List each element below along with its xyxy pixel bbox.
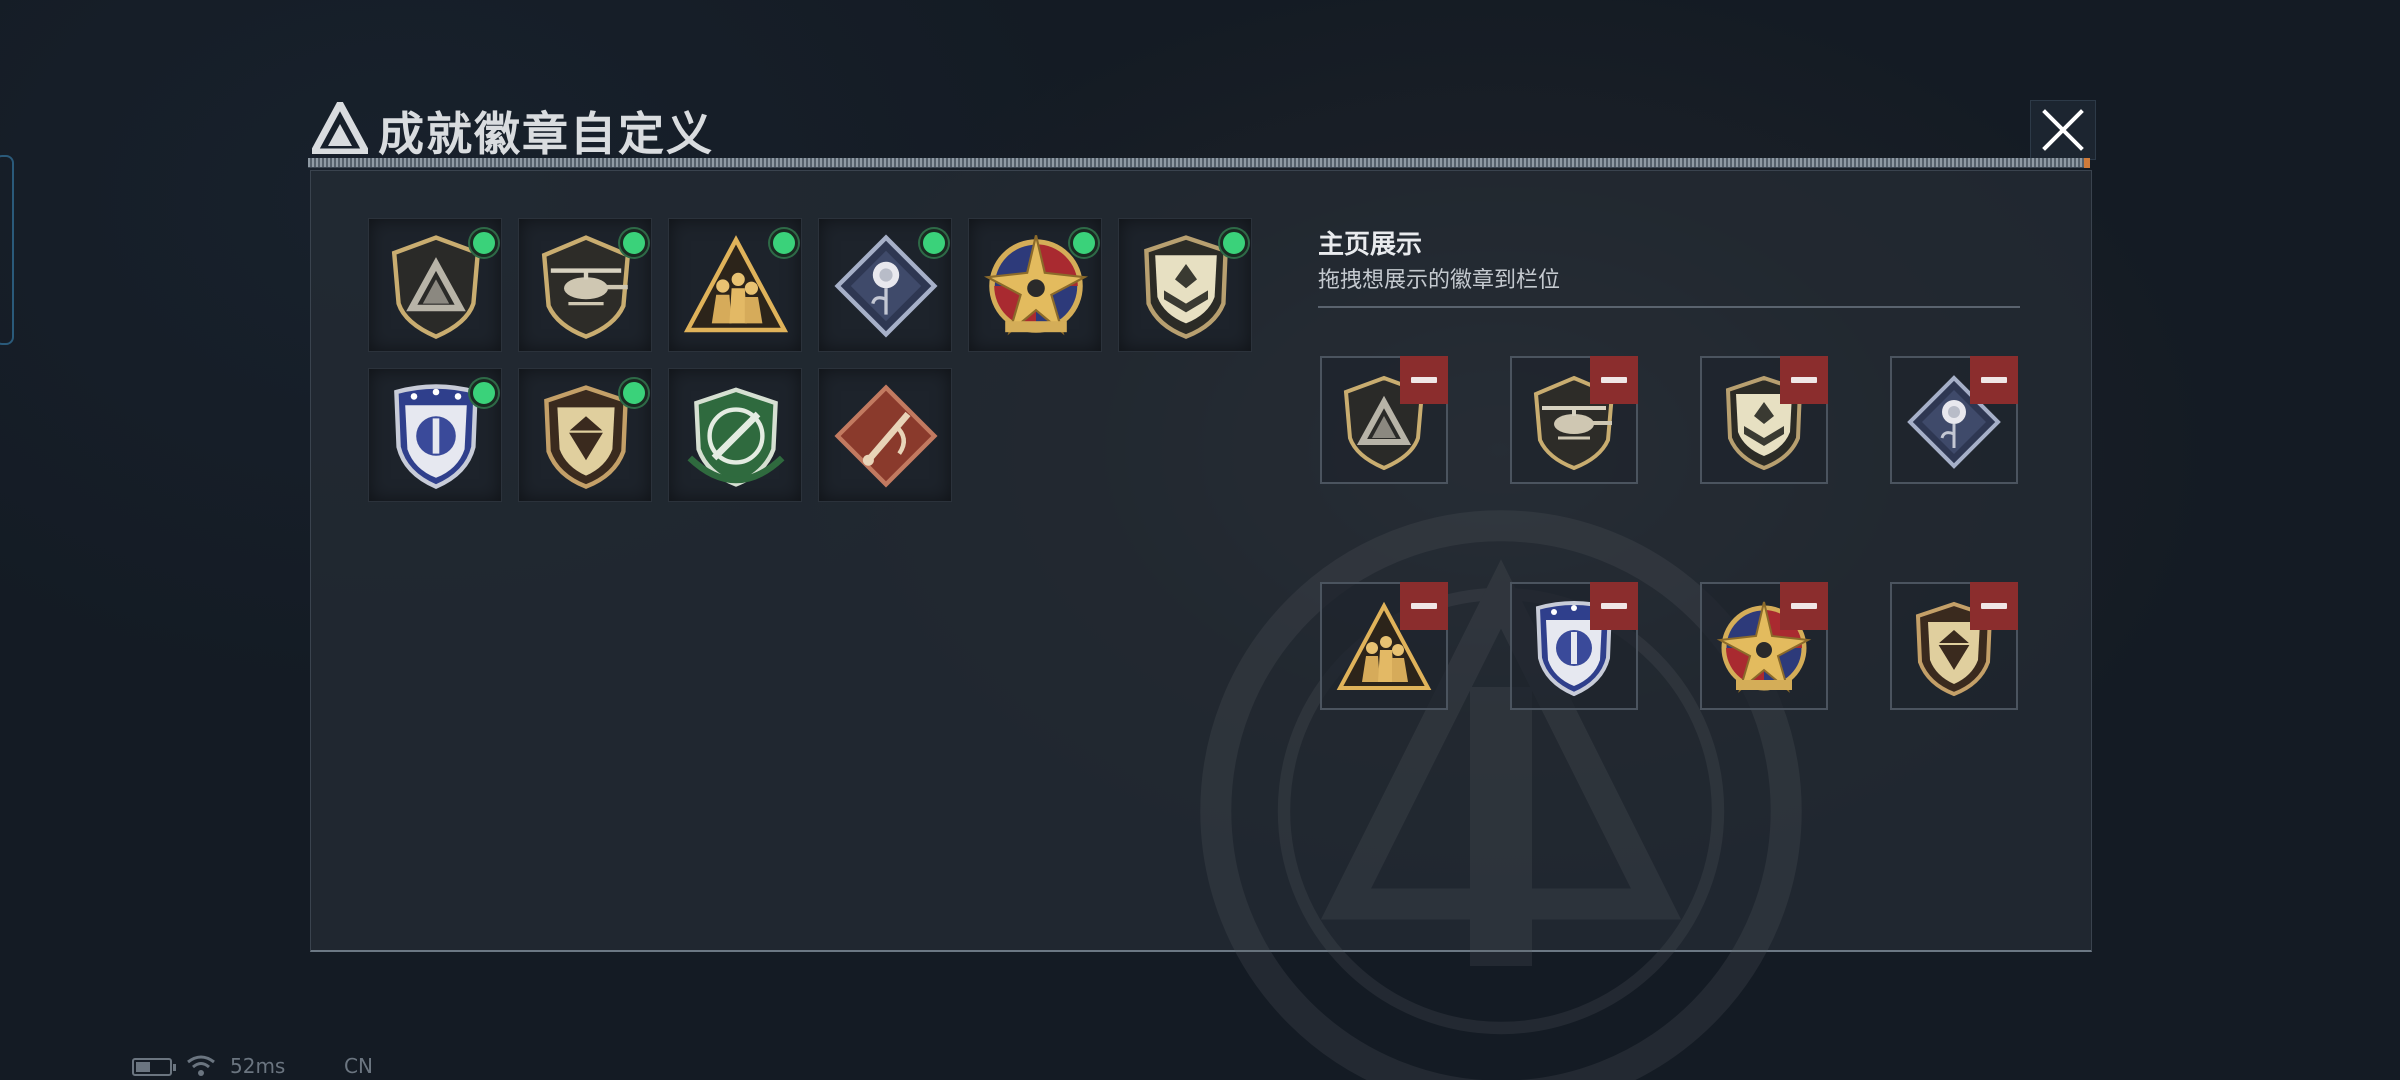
remove-badge-button[interactable] [1970,582,2018,630]
inventory-badge-star[interactable] [968,218,1102,352]
header-stripe-accent [2084,158,2090,168]
inventory-badge-helicopter[interactable] [518,218,652,352]
equipped-indicator [620,229,648,257]
equipped-indicator [770,229,798,257]
inventory-badge-police[interactable] [368,368,502,502]
showcase-slot-4[interactable] [1890,356,2018,484]
showcase-subtitle: 拖拽想展示的徽章到栏位 [1318,268,1561,293]
remove-badge-button[interactable] [1970,356,2018,404]
showcase-slot-8[interactable] [1890,582,2018,710]
inventory-badge-sword[interactable] [818,368,952,502]
inventory-badge-soldiers[interactable] [668,218,802,352]
inventory-badge-rose[interactable] [818,218,952,352]
remove-badge-button[interactable] [1400,356,1448,404]
minus-icon [1791,603,1817,609]
battery-icon [132,1058,176,1076]
showcase-slot-5[interactable] [1320,582,1448,710]
inventory-badge-chevron[interactable] [1118,218,1252,352]
minus-icon [1981,603,2007,609]
showcase-divider [1318,306,2020,308]
triangle-logo-icon [312,102,368,154]
showcase-slot-6[interactable] [1510,582,1638,710]
close-icon [2042,109,2084,151]
showcase-slot-3[interactable] [1700,356,1828,484]
green-knife-shield-badge-icon [681,381,791,491]
minus-icon [1411,377,1437,383]
minus-icon [1411,603,1437,609]
showcase-slot-1[interactable] [1320,356,1448,484]
inventory-badge-gem[interactable] [518,368,652,502]
wifi-icon [187,1055,215,1076]
showcase-slot-7[interactable] [1700,582,1828,710]
equipped-indicator [470,379,498,407]
inventory-badge-triangle-shield[interactable] [368,218,502,352]
showcase-slot-2[interactable] [1510,356,1638,484]
remove-badge-button[interactable] [1400,582,1448,630]
dialog-header: 成就徽章自定义 [306,92,2096,164]
minus-icon [1601,377,1627,383]
minus-icon [1791,377,1817,383]
uid-text: CN UID:36290386146373028561_202608181121 [344,1054,804,1080]
red-sword-diamond-badge-icon [831,381,941,491]
equipped-indicator [620,379,648,407]
page-title: 成就徽章自定义 [378,107,714,161]
inventory-badge-knife[interactable] [668,368,802,502]
close-button[interactable] [2030,100,2096,160]
showcase-title: 主页展示 [1318,230,1423,260]
remove-badge-button[interactable] [1590,582,1638,630]
side-tab-edge[interactable] [0,155,14,345]
equipped-indicator [920,229,948,257]
minus-icon [1601,603,1627,609]
equipped-indicator [470,229,498,257]
remove-badge-button[interactable] [1780,356,1828,404]
ping-text: 52ms [230,1054,286,1078]
header-stripe [308,158,2090,168]
equipped-indicator [1070,229,1098,257]
equipped-indicator [1220,229,1248,257]
minus-icon [1981,377,2007,383]
remove-badge-button[interactable] [1590,356,1638,404]
remove-badge-button[interactable] [1780,582,1828,630]
